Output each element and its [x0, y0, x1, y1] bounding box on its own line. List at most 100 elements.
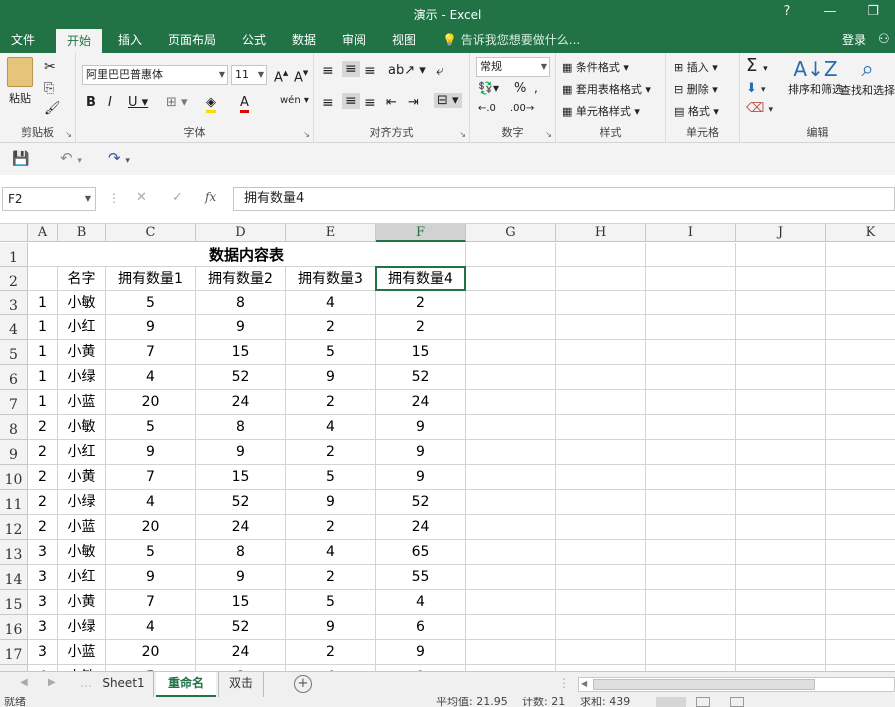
data-cell[interactable]: 1 [28, 390, 58, 415]
cell[interactable] [646, 267, 736, 291]
data-cell[interactable]: 2 [28, 515, 58, 540]
decrease-indent-icon[interactable]: ⇤ [386, 95, 397, 110]
column-header-c[interactable]: C [106, 224, 196, 242]
row-header-2[interactable]: 2 [0, 267, 28, 291]
tab-page-layout[interactable]: 页面布局 [160, 28, 224, 53]
data-cell[interactable]: 2 [28, 465, 58, 490]
phonetic-icon[interactable]: wén ▾ [280, 95, 309, 106]
row-header-1[interactable]: 1 [0, 243, 28, 267]
tab-view[interactable]: 视图 [382, 28, 426, 53]
row-header-13[interactable]: 13 [0, 540, 28, 565]
decrease-decimal-icon[interactable]: .00→ [510, 103, 534, 114]
cell[interactable] [826, 390, 895, 415]
cell[interactable] [556, 640, 646, 665]
data-cell[interactable]: 7 [106, 340, 196, 365]
data-cell[interactable]: 52 [196, 365, 286, 390]
data-cell[interactable]: 9 [286, 615, 376, 640]
cell[interactable] [556, 365, 646, 390]
header-cell[interactable]: 拥有数量4 [376, 267, 466, 291]
cell[interactable] [556, 267, 646, 291]
align-center-icon[interactable]: ≡ [342, 93, 360, 109]
data-cell[interactable]: 2 [286, 640, 376, 665]
cell-styles-button[interactable]: ▦ 单元格样式 ▾ [562, 103, 640, 119]
data-cell[interactable]: 1 [28, 291, 58, 315]
data-cell[interactable]: 9 [376, 415, 466, 440]
cell[interactable] [646, 390, 736, 415]
cell[interactable] [826, 590, 895, 615]
delete-cells-button[interactable]: ⊟ 删除 ▾ [674, 81, 718, 97]
number-format-select[interactable]: 常规 ▼ [476, 57, 550, 77]
data-cell[interactable]: 6 [376, 615, 466, 640]
more-sheets-icon[interactable]: … [80, 676, 92, 690]
cell[interactable] [646, 615, 736, 640]
data-cell[interactable]: 9 [196, 565, 286, 590]
data-cell[interactable]: 24 [196, 515, 286, 540]
cell[interactable] [826, 465, 895, 490]
cell[interactable] [466, 540, 556, 565]
data-cell[interactable]: 小绿 [58, 490, 106, 515]
data-cell[interactable]: 2 [376, 291, 466, 315]
data-cell[interactable]: 小蓝 [58, 640, 106, 665]
dialog-launcher-icon[interactable]: ↘ [545, 130, 552, 139]
font-size-select[interactable]: 11 ▼ [231, 65, 267, 85]
data-cell[interactable]: 5 [106, 415, 196, 440]
cell[interactable] [466, 465, 556, 490]
data-cell[interactable]: 小红 [58, 315, 106, 340]
cell[interactable] [826, 615, 895, 640]
orientation-icon[interactable]: ab↗ ▾ [388, 63, 426, 78]
column-header-b[interactable]: B [58, 224, 106, 242]
data-cell[interactable]: 24 [376, 390, 466, 415]
spreadsheet-grid[interactable]: ABCDEFGHIJK 123456789101112131415161718 … [0, 224, 895, 671]
tab-insert[interactable]: 插入 [108, 28, 152, 53]
cell[interactable] [466, 390, 556, 415]
data-cell[interactable]: 4 [106, 615, 196, 640]
cell[interactable] [736, 565, 826, 590]
data-cell[interactable]: 2 [28, 490, 58, 515]
data-cell[interactable]: 4 [286, 291, 376, 315]
sheet-tab-sheet1[interactable]: Sheet1 [94, 672, 154, 697]
data-cell[interactable]: 9 [286, 490, 376, 515]
row-header-17[interactable]: 17 [0, 640, 28, 665]
cell[interactable] [646, 365, 736, 390]
cell[interactable] [466, 515, 556, 540]
data-cell[interactable]: 小黄 [58, 465, 106, 490]
data-cell[interactable]: 20 [106, 390, 196, 415]
cell[interactable] [556, 565, 646, 590]
cell[interactable] [466, 490, 556, 515]
cell[interactable] [466, 315, 556, 340]
cell[interactable] [556, 415, 646, 440]
cell[interactable] [736, 365, 826, 390]
scroll-left-icon[interactable]: ◀ [581, 679, 587, 688]
data-cell[interactable]: 小红 [58, 565, 106, 590]
data-cell[interactable]: 15 [196, 465, 286, 490]
data-cell[interactable]: 1 [28, 340, 58, 365]
data-cell[interactable]: 55 [376, 565, 466, 590]
row-header-4[interactable]: 4 [0, 315, 28, 340]
cell[interactable] [556, 465, 646, 490]
cell[interactable] [826, 490, 895, 515]
cell[interactable] [736, 540, 826, 565]
page-break-view-icon[interactable] [730, 697, 744, 707]
cell[interactable] [826, 340, 895, 365]
data-cell[interactable]: 8 [196, 540, 286, 565]
column-header-k[interactable]: K [826, 224, 895, 242]
column-header-a[interactable]: A [28, 224, 58, 242]
cell[interactable] [646, 565, 736, 590]
format-cells-button[interactable]: ▤ 格式 ▾ [674, 103, 719, 119]
data-cell[interactable]: 1 [28, 365, 58, 390]
row-header-7[interactable]: 7 [0, 390, 28, 415]
data-cell[interactable]: 9 [196, 315, 286, 340]
scroll-left-icon[interactable]: ◀ [20, 677, 28, 688]
data-cell[interactable]: 2 [286, 440, 376, 465]
dialog-launcher-icon[interactable]: ↘ [459, 130, 466, 139]
data-cell[interactable]: 2 [286, 565, 376, 590]
underline-button[interactable]: U ▾ [128, 95, 148, 110]
row-header-9[interactable]: 9 [0, 440, 28, 465]
data-cell[interactable]: 4 [376, 590, 466, 615]
restore-button[interactable]: ❐ [858, 2, 888, 24]
row-header-5[interactable]: 5 [0, 340, 28, 365]
select-all-corner[interactable] [0, 224, 28, 242]
cell[interactable] [646, 515, 736, 540]
horizontal-scrollbar[interactable]: ◀ [578, 677, 895, 692]
data-cell[interactable]: 小红 [58, 440, 106, 465]
